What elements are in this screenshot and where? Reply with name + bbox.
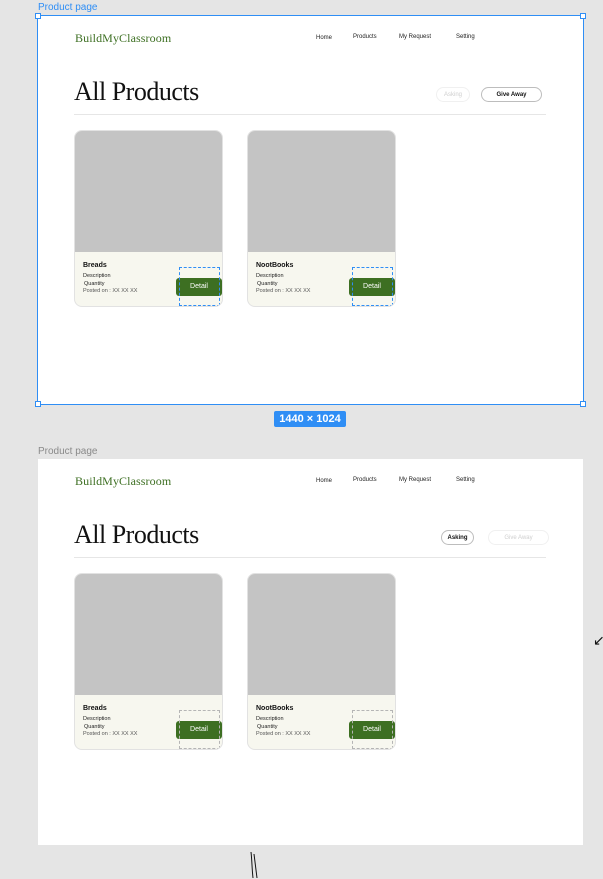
product-page-frame-selected[interactable]: BuildMyClassroom Home Products My Reques… [37,15,584,405]
product-name: NootBooks [256,705,294,712]
product-image-placeholder [248,574,395,695]
product-card[interactable]: Breads Description Quantity Posted on : … [74,130,223,307]
resize-handle-bottom-left[interactable] [35,401,41,407]
brand-logo[interactable]: BuildMyClassroom [75,31,171,46]
product-quantity: Quantity [257,724,278,730]
product-image-placeholder [75,131,222,252]
page-title: All Products [74,520,199,549]
frame-size-badge: 1440 × 1024 [274,411,346,427]
product-card[interactable]: Breads Description Quantity Posted on : … [74,573,223,750]
pen-stroke-icon [250,851,258,879]
product-description: Description [256,273,284,279]
product-quantity: Quantity [257,281,278,287]
resize-handle-bottom-right[interactable] [580,401,586,407]
product-page-frame[interactable]: BuildMyClassroom Home Products My Reques… [38,459,583,845]
nav-setting[interactable]: Setting [456,477,475,483]
product-posted-date: Posted on : XX XX XX [83,288,138,294]
product-card[interactable]: NootBooks Description Quantity Posted on… [247,573,396,750]
nav-my-request[interactable]: My Request [399,477,431,483]
resize-handle-top-right[interactable] [580,13,586,19]
nav-home[interactable]: Home [316,478,332,484]
selection-outline [179,267,220,306]
product-description: Description [256,716,284,722]
product-image-placeholder [75,574,222,695]
product-image-placeholder [248,131,395,252]
product-description: Description [83,716,111,722]
brand-logo[interactable]: BuildMyClassroom [75,474,171,489]
hotspot-outline [179,710,220,749]
cursor-arrow-icon: ↙ [593,632,603,648]
product-quantity: Quantity [84,724,105,730]
nav-my-request[interactable]: My Request [399,34,431,40]
nav-setting[interactable]: Setting [456,34,475,40]
toggle-give-away[interactable]: Give Away [481,87,542,102]
product-name: NootBooks [256,262,294,269]
nav-products[interactable]: Products [353,34,377,40]
product-posted-date: Posted on : XX XX XX [256,288,311,294]
toggle-asking[interactable]: Asking [441,530,474,545]
resize-handle-top-left[interactable] [35,13,41,19]
nav-products[interactable]: Products [353,477,377,483]
product-description: Description [83,273,111,279]
header-divider [74,114,546,115]
product-card[interactable]: NootBooks Description Quantity Posted on… [247,130,396,307]
toggle-asking[interactable]: Asking [436,87,470,102]
product-name: Breads [83,262,107,269]
frame-label[interactable]: Product page [38,2,98,14]
toggle-give-away[interactable]: Give Away [488,530,549,545]
hotspot-outline [352,710,393,749]
product-posted-date: Posted on : XX XX XX [256,731,311,737]
product-quantity: Quantity [84,281,105,287]
page-title: All Products [74,77,199,106]
selection-outline [352,267,393,306]
product-name: Breads [83,705,107,712]
nav-home[interactable]: Home [316,35,332,41]
header-divider [74,557,546,558]
frame-label[interactable]: Product page [38,446,98,458]
product-posted-date: Posted on : XX XX XX [83,731,138,737]
